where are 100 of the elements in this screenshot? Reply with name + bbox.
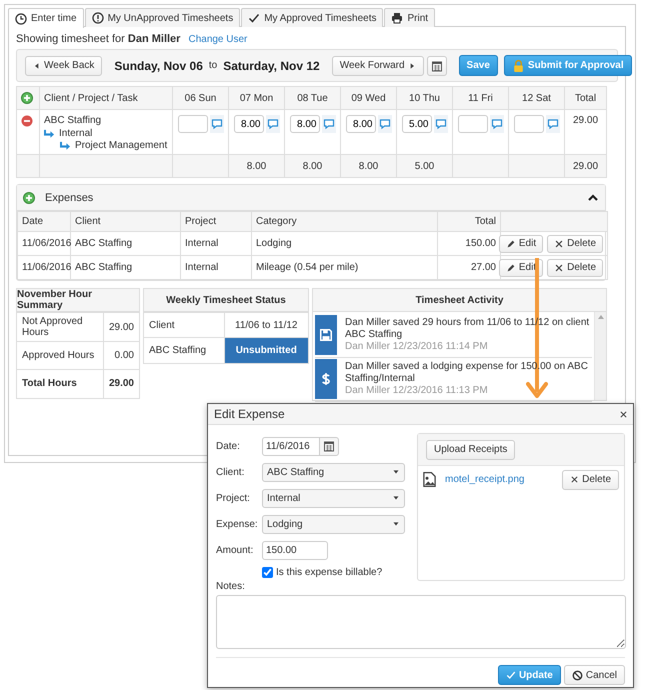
comment-button[interactable] bbox=[434, 115, 448, 133]
edit-button[interactable]: Edit bbox=[498, 234, 544, 252]
calendar-button[interactable] bbox=[426, 56, 447, 76]
week-back-button[interactable]: Week Back bbox=[25, 56, 102, 76]
column-header: 11 Fri bbox=[452, 86, 508, 110]
scrollbar[interactable] bbox=[594, 312, 606, 400]
dropdown[interactable]: ABC Staffing bbox=[262, 462, 405, 482]
column-header: 06 Sun bbox=[172, 86, 228, 110]
field-label: Amount: bbox=[216, 544, 254, 556]
table-cell: Internal bbox=[180, 232, 252, 256]
delete-button[interactable]: Delete bbox=[547, 258, 603, 276]
turn-arrow-icon bbox=[60, 140, 71, 152]
summary-value: 29.00 bbox=[103, 312, 139, 342]
hours-field[interactable]: 5.00 bbox=[402, 115, 432, 133]
table-cell: 11/06/2016 bbox=[18, 256, 70, 280]
hours-field[interactable]: 8.00 bbox=[290, 115, 320, 133]
comment-icon bbox=[434, 118, 446, 130]
caret-left-icon bbox=[33, 62, 41, 70]
tab[interactable]: My UnApproved Timesheets bbox=[84, 8, 240, 27]
caret-right-icon bbox=[408, 62, 416, 70]
day-total: 8.00 bbox=[228, 154, 284, 178]
pencil-icon bbox=[506, 238, 516, 248]
comment-button[interactable] bbox=[210, 115, 224, 133]
check-icon bbox=[248, 12, 260, 24]
table-cell: Mileage (0.54 per mile) bbox=[252, 256, 438, 280]
ban-icon bbox=[572, 670, 583, 680]
panel-title: Weekly Timesheet Status bbox=[144, 289, 308, 312]
column-header: Category bbox=[252, 212, 438, 232]
hours-field[interactable] bbox=[178, 115, 208, 133]
comment-icon bbox=[490, 118, 502, 130]
hours-field[interactable] bbox=[458, 115, 488, 133]
dollar-icon bbox=[319, 372, 333, 386]
summary-label: Total Hours bbox=[17, 370, 103, 398]
calendar-icon bbox=[430, 60, 443, 72]
check-icon bbox=[506, 670, 516, 680]
amount-field[interactable]: 150.00 bbox=[262, 540, 328, 560]
hours-field[interactable]: 8.00 bbox=[346, 115, 376, 133]
table-cell: Lodging bbox=[252, 232, 438, 256]
panel-title: November Hour Summary bbox=[17, 289, 139, 312]
comment-button[interactable] bbox=[546, 115, 560, 133]
day-total: 8.00 bbox=[284, 154, 340, 178]
scroll-up-icon[interactable] bbox=[598, 315, 604, 319]
table-cell: Internal bbox=[180, 256, 252, 280]
receipt-file-link[interactable]: motel_receipt.png bbox=[445, 474, 554, 485]
comment-button[interactable] bbox=[322, 115, 336, 133]
column-header: Date bbox=[18, 212, 70, 232]
add-row-button[interactable] bbox=[21, 92, 33, 104]
field-label: Project: bbox=[216, 492, 251, 504]
upload-receipts-button[interactable]: Upload Receipts bbox=[426, 440, 516, 460]
client-name: ABC Staffing bbox=[44, 115, 102, 127]
add-expense-button[interactable] bbox=[23, 192, 35, 204]
showing-user-label: Showing timesheet for Dan Miller bbox=[16, 33, 180, 45]
tab[interactable]: My Approved Timesheets bbox=[241, 8, 384, 27]
notes-field[interactable] bbox=[216, 595, 626, 649]
summary-value: 0.00 bbox=[103, 342, 139, 370]
week-start-date: Sunday, Nov 06 bbox=[114, 58, 203, 72]
dropdown[interactable]: Internal bbox=[262, 488, 405, 508]
summary-label: Not Approved Hours bbox=[17, 312, 103, 342]
column-header: 09 Wed bbox=[340, 86, 396, 110]
comment-button[interactable] bbox=[266, 115, 280, 133]
close-button[interactable] bbox=[619, 410, 628, 418]
comment-icon bbox=[322, 118, 334, 130]
billable-checkbox[interactable] bbox=[262, 566, 273, 578]
clock-icon bbox=[15, 12, 27, 24]
remove-row-button[interactable] bbox=[21, 115, 33, 127]
column-header: Client / Project / Task bbox=[40, 86, 172, 110]
summary-value: 29.00 bbox=[103, 370, 139, 398]
table-cell: ABC Staffing bbox=[70, 232, 180, 256]
delete-button[interactable]: Delete bbox=[562, 470, 619, 490]
week-forward-button[interactable]: Week Forward bbox=[332, 56, 424, 76]
project-name: Internal bbox=[59, 128, 92, 140]
tab[interactable]: Enter time bbox=[8, 8, 84, 28]
change-user-link[interactable]: Change User bbox=[188, 34, 248, 44]
dropdown[interactable]: Lodging bbox=[262, 514, 405, 534]
close-icon bbox=[619, 410, 628, 418]
tab[interactable]: Print bbox=[384, 8, 436, 27]
comment-button[interactable] bbox=[490, 115, 504, 133]
field-label: Client: bbox=[216, 466, 246, 478]
day-total: 5.00 bbox=[396, 154, 452, 178]
close-icon bbox=[554, 238, 564, 248]
comment-icon bbox=[266, 118, 278, 130]
comment-icon bbox=[378, 118, 390, 130]
delete-button[interactable]: Delete bbox=[547, 234, 603, 252]
cancel-button[interactable]: Cancel bbox=[564, 665, 625, 685]
column-header: Client bbox=[70, 212, 180, 232]
hours-field[interactable] bbox=[514, 115, 544, 133]
comment-icon bbox=[210, 118, 222, 130]
collapse-button[interactable] bbox=[587, 192, 599, 204]
calendar-button[interactable] bbox=[319, 436, 339, 456]
grand-total: 29.00 bbox=[564, 154, 606, 178]
column-header: 12 Sat bbox=[508, 86, 564, 110]
activity-meta: Dan Miller 12/23/2016 11:14 PM bbox=[345, 341, 489, 353]
column-header: Project bbox=[180, 212, 252, 232]
activity-meta: Dan Miller 12/23/2016 11:13 PM bbox=[345, 385, 489, 397]
column-header: Total bbox=[564, 86, 606, 110]
comment-button[interactable] bbox=[378, 115, 392, 133]
warning-icon bbox=[92, 12, 104, 24]
date-field[interactable]: 11/6/2016 bbox=[262, 436, 320, 456]
edit-button[interactable]: Edit bbox=[498, 258, 544, 276]
hours-field[interactable]: 8.00 bbox=[234, 115, 264, 133]
